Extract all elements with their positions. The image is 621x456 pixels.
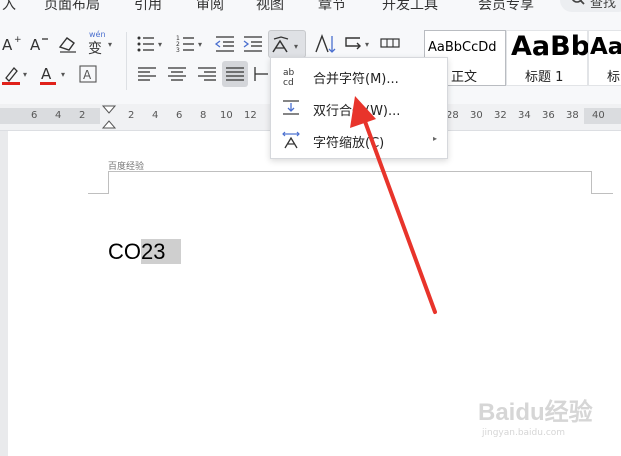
watermark-url: jingyan.baidu.com	[482, 428, 566, 438]
annotation-arrow	[350, 96, 437, 314]
watermark-logo: Baidu经验	[478, 399, 593, 426]
